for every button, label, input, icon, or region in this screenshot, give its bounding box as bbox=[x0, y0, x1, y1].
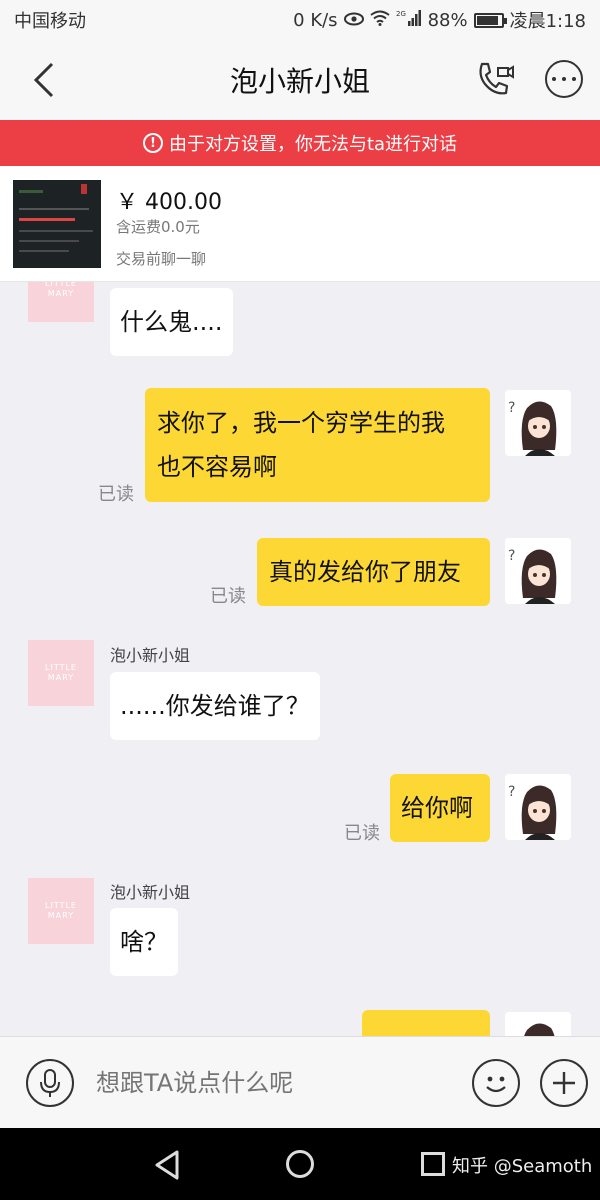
emoji-icon bbox=[486, 1076, 506, 1093]
more-icon-dot bbox=[552, 77, 556, 81]
message-text-line: 也不容易啊 bbox=[157, 453, 277, 481]
signal-icon: 2G bbox=[396, 9, 422, 32]
message-text-line: 求你了，我一个穷学生的我 bbox=[157, 409, 445, 437]
message-text: 什么鬼.... bbox=[120, 308, 223, 336]
carrier-label: 中国移动 bbox=[14, 11, 86, 32]
voice-input-button[interactable] bbox=[26, 1059, 74, 1107]
message-bubble[interactable]: 真的发给你了朋友 bbox=[257, 538, 490, 606]
contact-avatar[interactable]: LITTLE MARY bbox=[28, 640, 94, 706]
anime-girl-avatar-icon: ? bbox=[505, 390, 571, 456]
product-thumbnail[interactable] bbox=[13, 180, 101, 268]
message-bubble[interactable]: ......你发给谁了？ bbox=[110, 672, 320, 740]
my-avatar[interactable] bbox=[505, 1012, 571, 1036]
watermark: 知乎 @Seamoth bbox=[452, 1156, 593, 1177]
more-icon-dot bbox=[572, 77, 576, 81]
microphone-icon bbox=[40, 1069, 60, 1097]
message-bubble[interactable]: 给你啊 bbox=[390, 774, 490, 842]
clock: 凌晨1:18 bbox=[509, 11, 586, 32]
anime-girl-avatar-icon bbox=[505, 1012, 571, 1036]
back-button[interactable] bbox=[24, 60, 64, 100]
message-bubble[interactable]: 求你了，我一个穷学生的我 也不容易啊 bbox=[145, 388, 490, 502]
anime-girl-avatar-icon: ? bbox=[505, 774, 571, 840]
page-title: 泡小新小姐 bbox=[229, 65, 370, 98]
chat-header: 泡小新小姐 bbox=[0, 40, 600, 120]
anime-girl-avatar-icon: ? bbox=[505, 538, 571, 604]
video-call-button[interactable] bbox=[474, 60, 514, 100]
message-input-bar bbox=[0, 1036, 600, 1128]
my-avatar[interactable]: ? bbox=[505, 538, 571, 604]
my-avatar[interactable]: ? bbox=[505, 390, 571, 456]
plus-icon bbox=[553, 1072, 575, 1094]
battery-percent: 88% bbox=[427, 9, 468, 31]
video-call-icon bbox=[479, 62, 514, 95]
svg-text:?: ? bbox=[508, 548, 515, 564]
message-bubble[interactable]: 啥？ bbox=[110, 908, 178, 976]
message-bubble-partial[interactable] bbox=[362, 1010, 490, 1036]
sender-name: 泡小新小姐 bbox=[110, 883, 191, 902]
warning-icon: ! bbox=[142, 133, 163, 153]
svg-text:?: ? bbox=[508, 784, 515, 800]
blocked-warning-banner: ! 由于对方设置，你无法与ta进行对话 bbox=[0, 120, 600, 166]
message-text: 给你啊 bbox=[401, 794, 473, 822]
message-list[interactable]: LITTLE MARY 什么鬼.... 已读 求你了，我一个穷学生的我 也不容易啊… bbox=[0, 282, 600, 1036]
more-icon-dot bbox=[562, 77, 566, 81]
message-text: 啥？ bbox=[120, 928, 168, 956]
status-bar: 中国移动 0 K/s 2G 88% 凌晨1:18 bbox=[0, 0, 600, 40]
network-speed: 0 K/s bbox=[293, 9, 338, 31]
chat-hint: 交易前聊一聊 bbox=[116, 250, 207, 268]
more-actions-button[interactable] bbox=[540, 1059, 588, 1107]
battery-icon bbox=[473, 12, 507, 28]
message-input[interactable] bbox=[96, 1059, 456, 1107]
shipping-info: 含运费0.0元 bbox=[116, 218, 200, 236]
eye-icon bbox=[343, 10, 364, 31]
message-text: 真的发给你了朋友 bbox=[269, 558, 461, 586]
contact-avatar[interactable]: LITTLE MARY bbox=[28, 282, 94, 322]
read-receipt: 已读 bbox=[98, 484, 134, 505]
system-back-icon[interactable] bbox=[153, 1150, 181, 1180]
sender-name: 泡小新小姐 bbox=[110, 646, 191, 665]
read-receipt: 已读 bbox=[210, 586, 246, 607]
banner-text: 由于对方设置，你无法与ta进行对话 bbox=[168, 134, 458, 155]
read-receipt: 已读 bbox=[344, 823, 380, 844]
system-recent-apps-icon[interactable] bbox=[421, 1152, 445, 1176]
status-indicators: 0 K/s 2G 88% 凌晨1:18 bbox=[293, 7, 586, 33]
system-home-icon[interactable] bbox=[286, 1150, 314, 1178]
emoji-button[interactable] bbox=[472, 1059, 520, 1107]
my-avatar[interactable]: ? bbox=[505, 774, 571, 840]
product-price: ￥ 400.00 bbox=[116, 190, 222, 215]
system-navigation-bar: 知乎 @Seamoth bbox=[0, 1128, 600, 1200]
message-bubble[interactable]: 什么鬼.... bbox=[110, 288, 233, 356]
product-card[interactable]: ￥ 400.00 含运费0.0元 交易前聊一聊 bbox=[0, 166, 600, 282]
wifi-icon bbox=[369, 10, 390, 31]
svg-text:2G: 2G bbox=[396, 10, 406, 18]
svg-text:?: ? bbox=[508, 400, 515, 416]
contact-avatar[interactable]: LITTLE MARY bbox=[28, 878, 94, 944]
back-arrow-icon bbox=[33, 62, 54, 98]
more-options-button[interactable] bbox=[545, 60, 583, 98]
message-text: ......你发给谁了？ bbox=[120, 692, 310, 720]
